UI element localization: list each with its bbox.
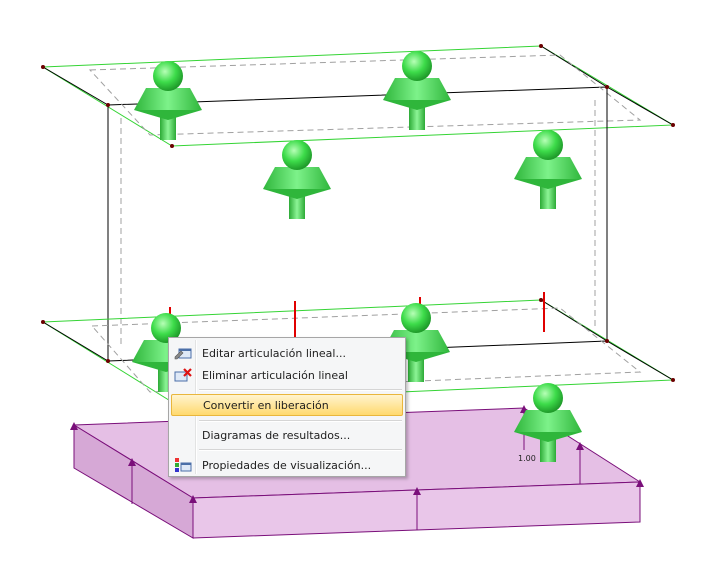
3d-model-viewport[interactable] bbox=[0, 0, 728, 587]
context-menu: Editar articulación lineal... Eliminar a… bbox=[168, 337, 406, 477]
menu-separator bbox=[199, 389, 402, 391]
menu-separator bbox=[199, 420, 402, 422]
menu-item-convert-to-release[interactable]: Convertir en liberación bbox=[171, 394, 403, 416]
menu-item-edit-line-hinge[interactable]: Editar articulación lineal... bbox=[171, 342, 403, 364]
menu-separator bbox=[199, 449, 402, 451]
menu-item-display-properties[interactable]: Propiedades de visualización... bbox=[171, 454, 403, 476]
dimension-label: 1.00 bbox=[518, 454, 536, 463]
edit-line-hinge-icon bbox=[172, 344, 194, 362]
menu-item-result-diagrams[interactable]: Diagramas de resultados... bbox=[171, 424, 403, 446]
menu-item-delete-line-hinge[interactable]: Eliminar articulación lineal bbox=[171, 364, 403, 386]
display-properties-icon bbox=[172, 456, 194, 474]
node-points bbox=[41, 44, 675, 382]
delete-line-hinge-icon bbox=[172, 366, 194, 384]
